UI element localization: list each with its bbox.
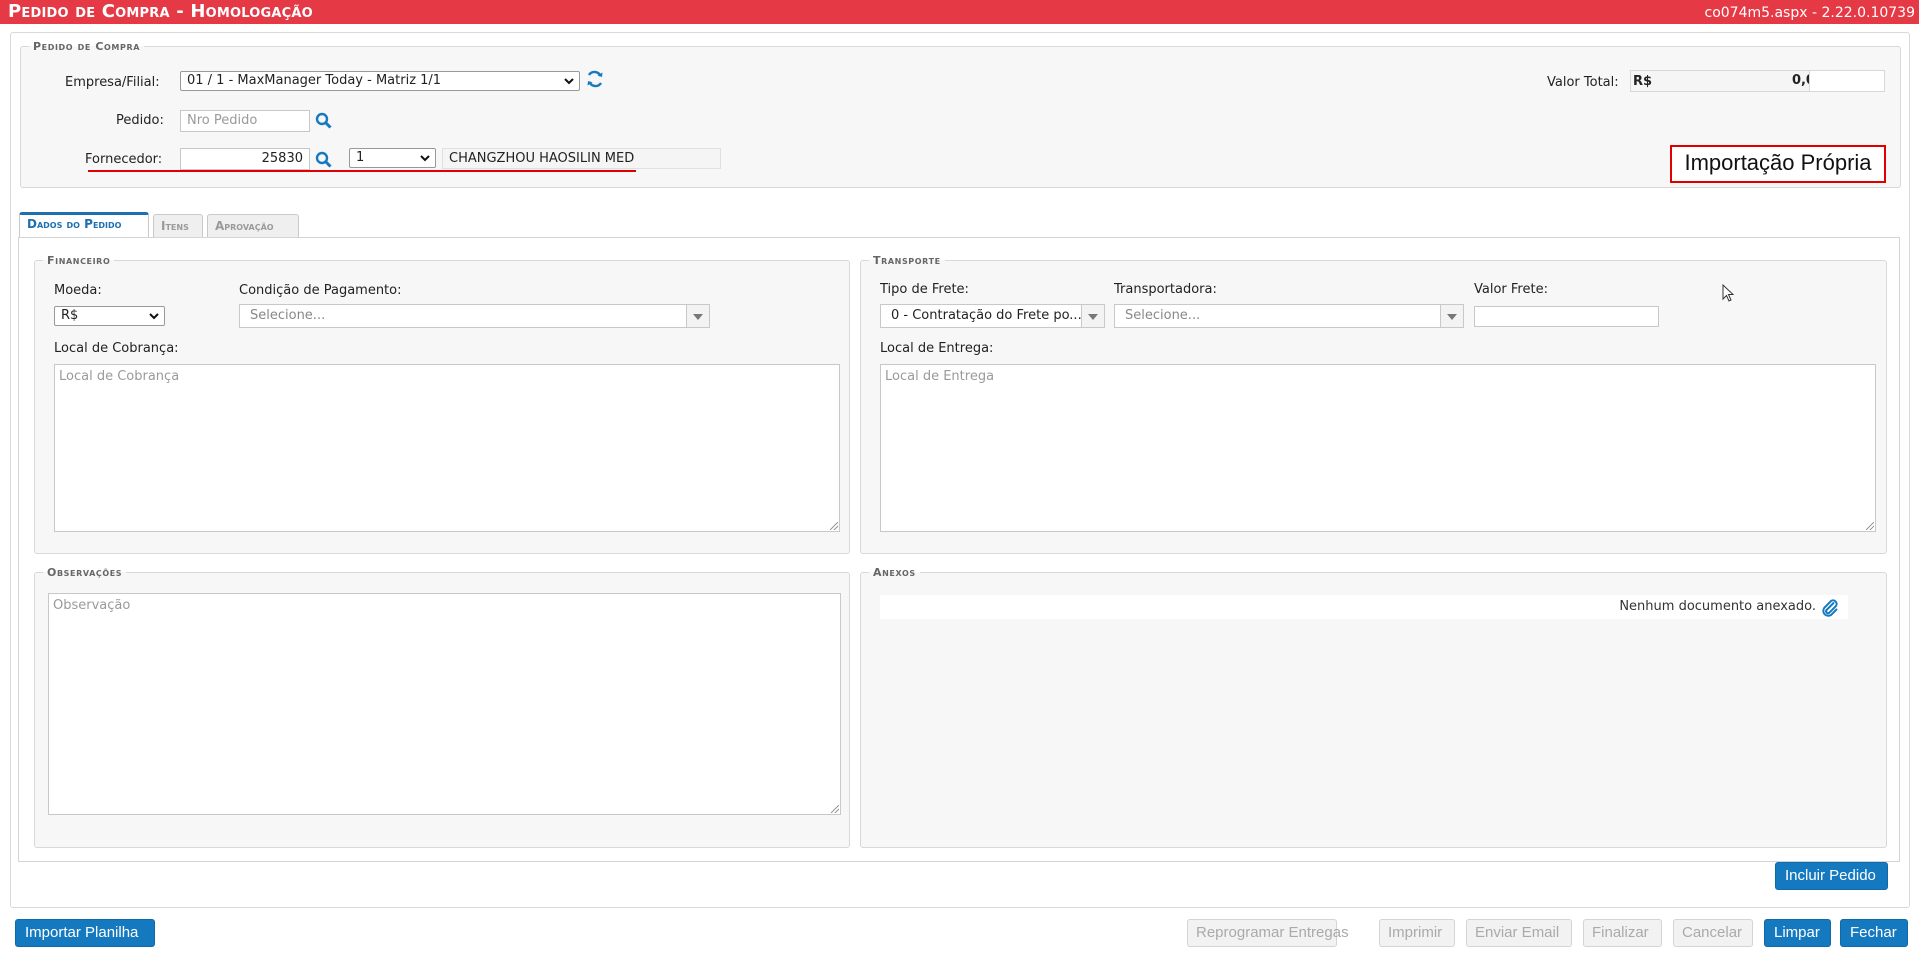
pedido-input[interactable]: Nro Pedido bbox=[180, 110, 310, 132]
dropdown-arrow-icon[interactable] bbox=[1440, 305, 1463, 327]
observacao-textarea[interactable]: Observação bbox=[48, 593, 841, 815]
resize-grip-icon[interactable] bbox=[1866, 522, 1874, 530]
version-label: co074m5.aspx - 2.22.0.10739 bbox=[1704, 5, 1916, 21]
finalizar-button[interactable]: Finalizar bbox=[1583, 919, 1662, 947]
fornecedor-code-input[interactable]: 25830 bbox=[180, 148, 310, 170]
paperclip-icon[interactable] bbox=[1820, 597, 1840, 617]
page-title: Pedido de Compra - Homologação bbox=[8, 1, 313, 22]
fornecedor-seq-value: 1 bbox=[356, 150, 365, 165]
fornecedor-name-field: CHANGZHOU HAOSILIN MED bbox=[442, 148, 721, 169]
chevron-down-icon bbox=[564, 78, 574, 85]
importar-planilha-button[interactable]: Importar Planilha bbox=[15, 919, 155, 947]
valor-frete-input[interactable] bbox=[1474, 306, 1659, 327]
valor-total-input-area bbox=[1809, 71, 1884, 91]
empresa-label: Empresa/Filial: bbox=[65, 75, 160, 90]
currency-symbol: R$ bbox=[1633, 74, 1653, 89]
fornecedor-seq-select[interactable]: 1 bbox=[349, 148, 436, 168]
moeda-value: R$ bbox=[61, 308, 79, 323]
condicao-pagamento-combo[interactable]: Selecione... bbox=[239, 304, 710, 328]
local-entrega-label: Local de Entrega: bbox=[880, 341, 994, 356]
pedido-label: Pedido: bbox=[116, 113, 164, 128]
tipo-frete-combo[interactable]: 0 - Contratação do Frete po... bbox=[880, 304, 1105, 328]
tipo-frete-value: 0 - Contratação do Frete po... bbox=[891, 308, 1082, 323]
reprogramar-entregas-button[interactable]: Reprogramar Entregas bbox=[1187, 919, 1349, 947]
tab-dados-do-pedido[interactable]: Dados do Pedido bbox=[19, 212, 149, 237]
cancelar-button[interactable]: Cancelar bbox=[1673, 919, 1753, 947]
title-bar: Pedido de Compra - Homologação co074m5.a… bbox=[0, 0, 1919, 24]
local-cobranca-textarea[interactable]: Local de Cobrança bbox=[54, 364, 840, 532]
fornecedor-name-value: CHANGZHOU HAOSILIN MED bbox=[449, 151, 635, 166]
anexos-empty-text: Nenhum documento anexado. bbox=[1619, 599, 1816, 614]
moeda-select[interactable]: R$ bbox=[54, 306, 165, 326]
financeiro-legend: Financeiro bbox=[47, 254, 111, 267]
empresa-select[interactable]: 01 / 1 - MaxManager Today - Matriz 1/1 bbox=[180, 71, 580, 91]
local-entrega-placeholder: Local de Entrega bbox=[885, 369, 995, 384]
valor-frete-label: Valor Frete: bbox=[1474, 282, 1548, 297]
pedido-placeholder: Nro Pedido bbox=[187, 113, 258, 128]
refresh-icon[interactable] bbox=[585, 69, 605, 89]
tab-itens[interactable]: Itens bbox=[153, 214, 203, 238]
transportadora-combo[interactable]: Selecione... bbox=[1114, 304, 1464, 328]
chevron-down-icon bbox=[420, 155, 430, 162]
dropdown-arrow-icon[interactable] bbox=[686, 305, 709, 327]
mouse-cursor-icon bbox=[1722, 284, 1735, 302]
local-cobranca-placeholder: Local de Cobrança bbox=[59, 369, 180, 384]
fornecedor-code-value: 25830 bbox=[261, 151, 303, 166]
search-icon[interactable] bbox=[314, 150, 334, 170]
anexos-list: Nenhum documento anexado. bbox=[880, 595, 1848, 619]
tipo-frete-label: Tipo de Frete: bbox=[880, 282, 969, 297]
valor-total-field: R$ 0,00 bbox=[1630, 70, 1885, 92]
local-entrega-textarea[interactable]: Local de Entrega bbox=[880, 364, 1876, 532]
enviar-email-button[interactable]: Enviar Email bbox=[1466, 919, 1572, 947]
header-legend: Pedido de Compra bbox=[33, 40, 140, 53]
limpar-button[interactable]: Limpar bbox=[1764, 919, 1831, 947]
incluir-pedido-button[interactable]: Incluir Pedido bbox=[1775, 862, 1888, 890]
empresa-select-value: 01 / 1 - MaxManager Today - Matriz 1/1 bbox=[187, 73, 442, 88]
valor-total-label: Valor Total: bbox=[1547, 75, 1619, 90]
transportadora-placeholder: Selecione... bbox=[1125, 308, 1201, 323]
highlight-underline bbox=[88, 170, 636, 172]
condicao-label: Condição de Pagamento: bbox=[239, 283, 402, 298]
observacao-placeholder: Observação bbox=[53, 598, 131, 613]
resize-grip-icon[interactable] bbox=[830, 522, 838, 530]
fechar-button[interactable]: Fechar bbox=[1840, 919, 1908, 947]
dropdown-arrow-icon[interactable] bbox=[1081, 305, 1104, 327]
tab-aprovacao[interactable]: Aprovação bbox=[207, 214, 299, 238]
transportadora-label: Transportadora: bbox=[1114, 282, 1217, 297]
observacoes-legend: Observações bbox=[47, 566, 123, 579]
condicao-placeholder: Selecione... bbox=[250, 308, 326, 323]
chevron-down-icon bbox=[149, 313, 159, 320]
imprimir-button[interactable]: Imprimir bbox=[1379, 919, 1455, 947]
local-cobranca-label: Local de Cobrança: bbox=[54, 341, 179, 356]
importacao-propria-label: Importação Própria bbox=[1670, 145, 1886, 183]
search-icon[interactable] bbox=[314, 111, 334, 131]
anexos-legend: Anexos bbox=[873, 566, 916, 579]
fornecedor-label: Fornecedor: bbox=[85, 152, 163, 167]
transporte-legend: Transporte bbox=[873, 254, 941, 267]
moeda-label: Moeda: bbox=[54, 283, 102, 298]
resize-grip-icon[interactable] bbox=[831, 805, 839, 813]
